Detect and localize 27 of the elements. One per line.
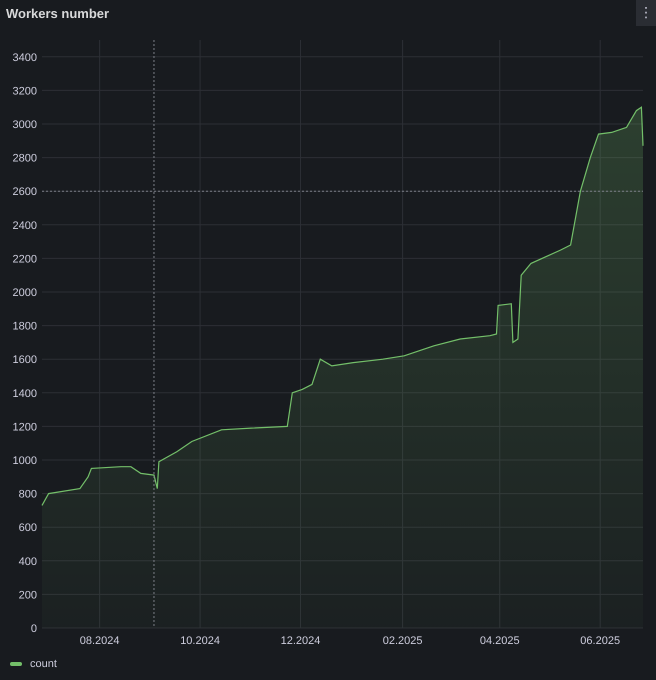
x-tick-label: 06.2025 bbox=[580, 635, 620, 647]
x-tick-label: 10.2024 bbox=[180, 635, 220, 647]
menu-button[interactable]: ⋮ bbox=[636, 0, 656, 26]
x-tick-label: 08.2024 bbox=[80, 635, 120, 647]
y-tick-label: 0 bbox=[30, 623, 37, 635]
y-tick-label: 400 bbox=[18, 556, 37, 568]
legend-label[interactable]: count bbox=[30, 658, 57, 670]
x-tick-label: 12.2024 bbox=[280, 635, 320, 647]
y-tick-label: 1600 bbox=[12, 354, 37, 366]
y-tick-label: 3400 bbox=[12, 52, 37, 64]
y-tick-label: 3000 bbox=[12, 119, 37, 131]
x-tick-label: 04.2025 bbox=[480, 635, 520, 647]
y-tick-label: 2800 bbox=[12, 152, 37, 165]
y-tick-label: 200 bbox=[18, 589, 37, 602]
x-tick-label: 02.2025 bbox=[382, 635, 422, 647]
y-tick-label: 1800 bbox=[12, 320, 37, 333]
y-tick-label: 2400 bbox=[12, 220, 37, 232]
y-tick-label: 2200 bbox=[12, 253, 37, 266]
y-tick-label: 2600 bbox=[12, 186, 37, 198]
y-tick-label: 1400 bbox=[12, 388, 37, 400]
y-tick-label: 1200 bbox=[12, 421, 37, 434]
y-tick-label: 1000 bbox=[12, 455, 37, 467]
y-tick-label: 2000 bbox=[12, 287, 37, 299]
panel-title: Workers number bbox=[6, 6, 110, 20]
y-tick-label: 800 bbox=[18, 488, 37, 501]
y-tick-label: 3200 bbox=[12, 85, 37, 98]
y-tick-label: 600 bbox=[18, 522, 37, 534]
